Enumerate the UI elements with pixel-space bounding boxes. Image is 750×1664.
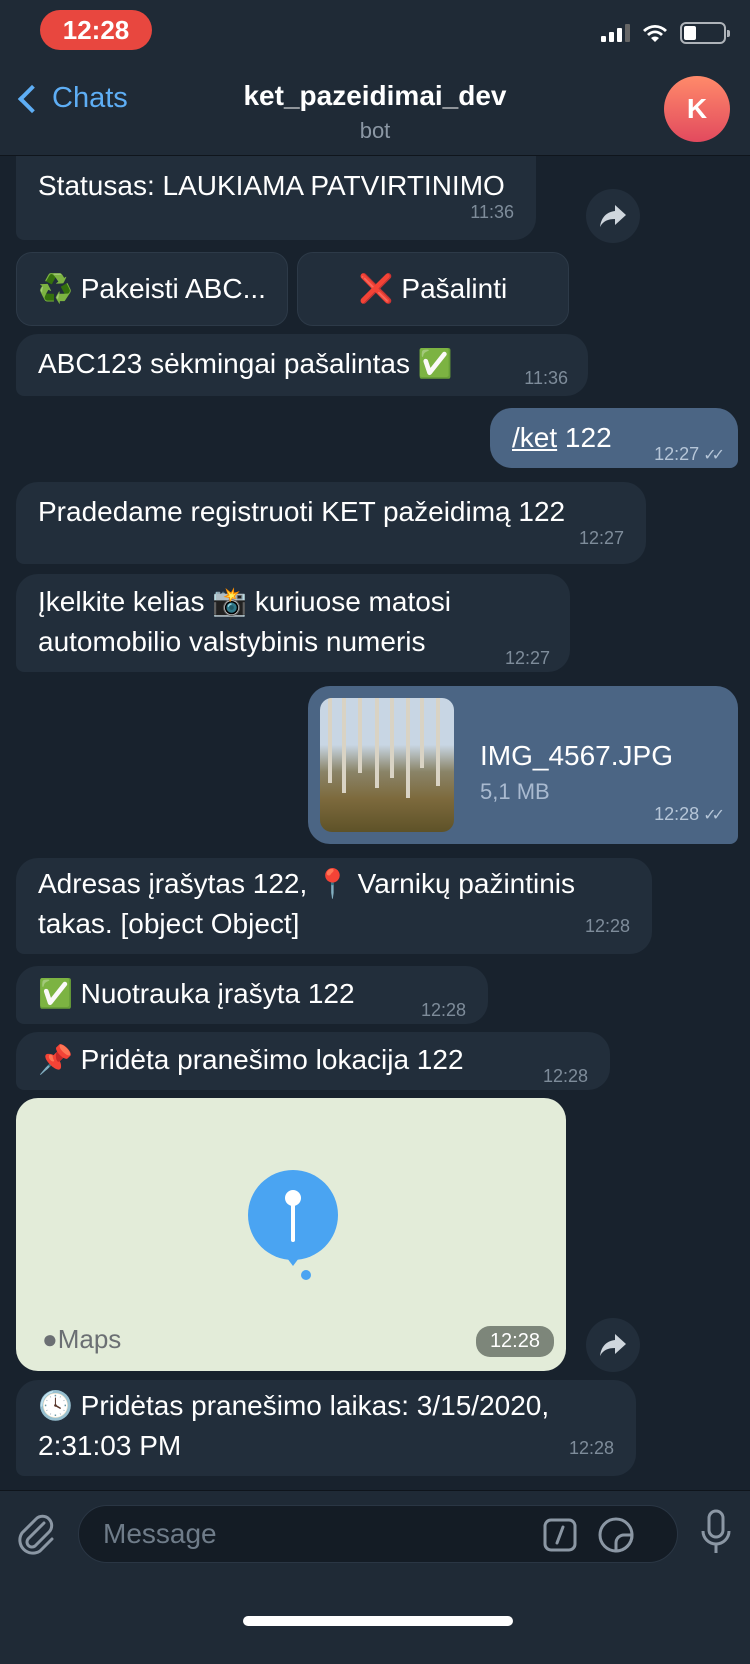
message-time: 11:36: [470, 202, 514, 222]
message-bubble[interactable]: ✅ Nuotrauka įrašyta 122 12:28: [16, 966, 488, 1024]
message-bubble[interactable]: Pradedame registruoti KET pažeidimą 122 …: [16, 482, 646, 564]
file-name: IMG_4567.JPG: [480, 740, 673, 771]
message-time: 12:27 ✓✓: [654, 434, 725, 476]
message-bubble[interactable]: ABC123 sėkmingai pašalintas ✅ 11:36: [16, 334, 588, 396]
message-bubble[interactable]: 📌 Pridėta pranešimo lokacija 122 12:28: [16, 1032, 610, 1090]
message-time: 12:27: [578, 528, 624, 548]
change-abc-button[interactable]: ♻️ Pakeisti ABC...: [16, 252, 288, 326]
message-bubble[interactable]: 🕓 Pridėtas pranešimo laikas: 3/15/2020, …: [16, 1380, 636, 1476]
message-time-text: 12:27: [654, 444, 700, 464]
message-text-line1: Adresas įrašytas 122, 📍 Varnikų pažintin…: [38, 868, 576, 899]
file-message-bubble[interactable]: IMG_4567.JPG 5,1 MB 12:28 ✓✓: [308, 686, 738, 844]
microphone-icon[interactable]: [700, 1509, 732, 1557]
forward-icon: [600, 205, 626, 227]
command-link[interactable]: /ket: [512, 422, 557, 453]
chat-subtitle: bot: [359, 118, 391, 143]
message-text-line2: 2:31:03 PM: [38, 1430, 182, 1461]
message-time: 12:28: [542, 1066, 588, 1086]
photo-thumbnail[interactable]: [320, 698, 454, 832]
location-pin-icon: [248, 1170, 338, 1266]
message-time: 12:28: [568, 1438, 614, 1458]
message-text-line1: Įkelkite kelias 📸 kuriuose matosi: [38, 586, 452, 617]
chat-area[interactable]: Statusas: LAUKIAMA PATVIRTINIMO 11:36 ♻️…: [0, 0, 750, 1490]
location-map[interactable]: ●Maps 12:28: [16, 1098, 566, 1371]
message-text: ABC123 sėkmingai pašalintas ✅: [38, 348, 453, 379]
message-text: 📌 Pridėta pranešimo lokacija 122: [38, 1044, 464, 1075]
message-bubble-outgoing[interactable]: /ket 122 12:27 ✓✓: [490, 408, 738, 468]
battery-icon: [680, 22, 730, 44]
message-time: 12:27: [504, 648, 550, 668]
sticker-icon[interactable]: [597, 1516, 635, 1554]
avatar[interactable]: K: [664, 76, 730, 142]
message-time: 12:28 ✓✓: [654, 794, 725, 836]
remove-button[interactable]: ❌ Pašalinti: [297, 252, 569, 326]
message-time: 11:36: [524, 368, 568, 388]
apple-logo-icon: ●: [42, 1324, 58, 1354]
location-dot: [301, 1270, 311, 1280]
forward-button[interactable]: [586, 1318, 640, 1372]
chat-title[interactable]: ket_pazeidimai_dev: [0, 80, 750, 112]
message-time: 12:28: [420, 1000, 466, 1020]
message-time-text: 12:28: [654, 804, 700, 824]
message-text-line2: automobilio valstybinis numeris: [38, 626, 426, 657]
cellular-signal-icon: [601, 24, 630, 42]
read-ticks-icon: ✓✓: [703, 807, 725, 824]
message-input-bar: Message: [0, 1490, 750, 1664]
message-text: Statusas: LAUKIAMA PATVIRTINIMO: [38, 170, 505, 201]
message-text-line1: 🕓 Pridėtas pranešimo laikas: 3/15/2020,: [38, 1390, 550, 1421]
forward-icon: [600, 1334, 626, 1356]
command-args: 122: [557, 422, 612, 453]
message-bubble[interactable]: Adresas įrašytas 122, 📍 Varnikų pažintin…: [16, 858, 652, 954]
maps-label-text: Maps: [57, 1324, 122, 1354]
home-indicator[interactable]: [243, 1616, 513, 1626]
message-text: Pradedame registruoti KET pažeidimą 122: [38, 496, 566, 527]
message-time: 12:28: [584, 916, 630, 936]
status-time[interactable]: 12:28: [40, 10, 152, 50]
attach-icon[interactable]: [16, 1513, 56, 1555]
message-text: /ket 122: [512, 418, 612, 458]
message-time: 12:28: [475, 1326, 554, 1357]
forward-button[interactable]: [586, 189, 640, 243]
file-size: 5,1 MB: [480, 779, 550, 804]
message-text: ✅ Nuotrauka įrašyta 122: [38, 978, 355, 1009]
maps-attribution: ●Maps: [42, 1324, 121, 1355]
message-text-line2: takas. [object Object]: [38, 908, 300, 939]
chat-header: Chats ket_pazeidimai_dev bot K: [0, 60, 750, 156]
message-input[interactable]: Message: [78, 1505, 678, 1563]
read-ticks-icon: ✓✓: [703, 447, 725, 464]
status-bar: 12:28: [0, 0, 750, 60]
wifi-icon: [643, 25, 667, 42]
message-bubble[interactable]: Įkelkite kelias 📸 kuriuose matosi automo…: [16, 574, 570, 672]
bot-command-icon[interactable]: [543, 1518, 577, 1552]
message-placeholder: Message: [103, 1518, 217, 1549]
